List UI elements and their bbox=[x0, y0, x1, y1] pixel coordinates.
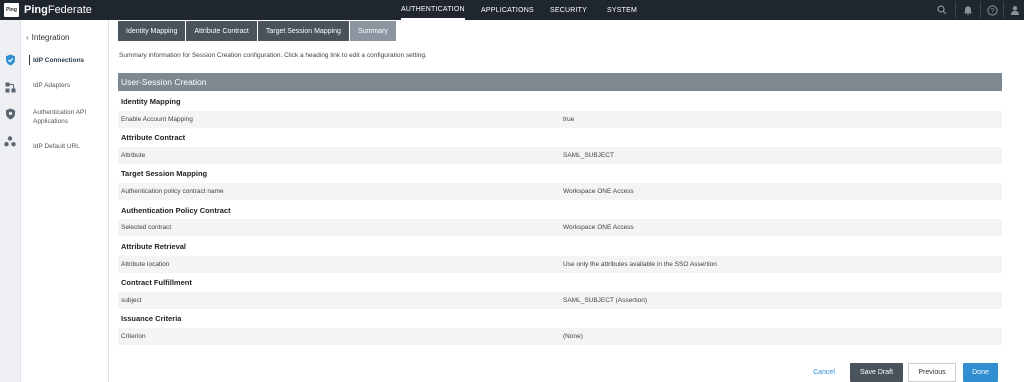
heading-identity-mapping[interactable]: Identity Mapping bbox=[121, 97, 181, 106]
back-to-integration[interactable]: ‹ Integration bbox=[26, 33, 69, 42]
divider bbox=[955, 2, 956, 18]
search-icon[interactable] bbox=[935, 3, 949, 17]
nav-system[interactable]: SYSTEM bbox=[607, 0, 637, 20]
heading-contract-fulfillment[interactable]: Contract Fulfillment bbox=[121, 278, 192, 287]
sidebar: ‹ Integration IdP Connections IdP Adapter… bbox=[21, 20, 109, 382]
divider bbox=[1003, 2, 1004, 18]
row-label: Attribute location bbox=[121, 261, 170, 268]
row-value: SAML_SUBJECT bbox=[563, 152, 614, 159]
divider bbox=[980, 2, 981, 18]
sidebar-item-idp-connections[interactable]: IdP Connections bbox=[33, 56, 105, 65]
svg-text:?: ? bbox=[990, 8, 994, 15]
row-value: true bbox=[563, 116, 575, 123]
nav-applications[interactable]: APPLICATIONS bbox=[481, 0, 534, 20]
tab-target-session-mapping[interactable]: Target Session Mapping bbox=[257, 21, 349, 41]
heading-issuance-criteria[interactable]: Issuance Criteria bbox=[121, 314, 181, 323]
sidebar-back-label: Integration bbox=[31, 33, 70, 42]
nav-security[interactable]: SECURITY bbox=[550, 0, 587, 20]
row-value: Use only the attributes available in the… bbox=[563, 261, 717, 268]
wizard-tabs: Identity Mapping Attribute Contract Targ… bbox=[118, 21, 397, 41]
heading-authentication-policy-contract[interactable]: Authentication Policy Contract bbox=[121, 206, 231, 215]
user-icon[interactable] bbox=[1008, 3, 1022, 17]
heading-attribute-contract[interactable]: Attribute Contract bbox=[121, 133, 185, 142]
row-value: Workspace ONE Access bbox=[563, 188, 634, 195]
cluster-icon[interactable] bbox=[3, 134, 17, 148]
sidebar-item-idp-default-url[interactable]: IdP Default URL bbox=[33, 142, 105, 151]
tab-attribute-contract[interactable]: Attribute Contract bbox=[186, 21, 257, 41]
table-row: Criterion (None) bbox=[118, 328, 1002, 345]
sidebar-item-idp-adapters[interactable]: IdP Adapters bbox=[33, 81, 105, 90]
row-label: Criterion bbox=[121, 333, 146, 340]
save-draft-button[interactable]: Save Draft bbox=[850, 363, 903, 382]
top-bar: Ping PingFederate AUTHENTICATION APPLICA… bbox=[0, 0, 1024, 20]
row-label: Attribute bbox=[121, 152, 146, 159]
shield-check-icon[interactable] bbox=[3, 53, 17, 67]
bell-icon[interactable] bbox=[961, 3, 975, 17]
row-label: Enable Account Mapping bbox=[121, 116, 193, 123]
table-row: subject SAML_SUBJECT (Assertion) bbox=[118, 292, 1002, 309]
nav-authentication[interactable]: AUTHENTICATION bbox=[401, 0, 465, 20]
shield-icon[interactable] bbox=[3, 107, 17, 121]
table-row: Selected contract Workspace ONE Access bbox=[118, 219, 1002, 236]
summary-description: Summary information for Session Creation… bbox=[119, 52, 427, 59]
sidebar-item-authentication-api-applications[interactable]: Authentication API Applications bbox=[33, 108, 105, 126]
table-row: Attribute location Use only the attribut… bbox=[118, 256, 1002, 273]
app-brand: PingFederate bbox=[24, 4, 92, 16]
table-row: Attribute SAML_SUBJECT bbox=[118, 147, 1002, 164]
heading-attribute-retrieval[interactable]: Attribute Retrieval bbox=[121, 242, 186, 251]
tab-summary[interactable]: Summary bbox=[349, 21, 396, 41]
row-value: Workspace ONE Access bbox=[563, 224, 634, 231]
main-content: Identity Mapping Attribute Contract Targ… bbox=[118, 20, 1003, 382]
row-value: (None) bbox=[563, 333, 583, 340]
table-row: Authentication policy contract name Work… bbox=[118, 183, 1002, 200]
help-icon[interactable]: ? bbox=[985, 3, 999, 17]
cancel-button[interactable]: Cancel bbox=[804, 363, 844, 382]
chevron-left-icon: ‹ bbox=[26, 33, 29, 42]
previous-button[interactable]: Previous bbox=[908, 363, 956, 382]
heading-target-session-mapping[interactable]: Target Session Mapping bbox=[121, 169, 207, 178]
icon-rail bbox=[0, 20, 21, 382]
section-header: User-Session Creation bbox=[118, 73, 1002, 91]
row-label: Selected contract bbox=[121, 224, 172, 231]
table-row: Enable Account Mapping true bbox=[118, 111, 1002, 128]
tab-identity-mapping[interactable]: Identity Mapping bbox=[118, 21, 186, 41]
ping-logo[interactable]: Ping bbox=[4, 3, 19, 17]
done-button[interactable]: Done bbox=[963, 363, 998, 382]
active-indicator bbox=[29, 55, 30, 65]
connections-icon[interactable] bbox=[3, 80, 17, 94]
row-value: SAML_SUBJECT (Assertion) bbox=[563, 297, 648, 304]
row-label: Authentication policy contract name bbox=[121, 188, 224, 195]
row-label: subject bbox=[121, 297, 142, 304]
